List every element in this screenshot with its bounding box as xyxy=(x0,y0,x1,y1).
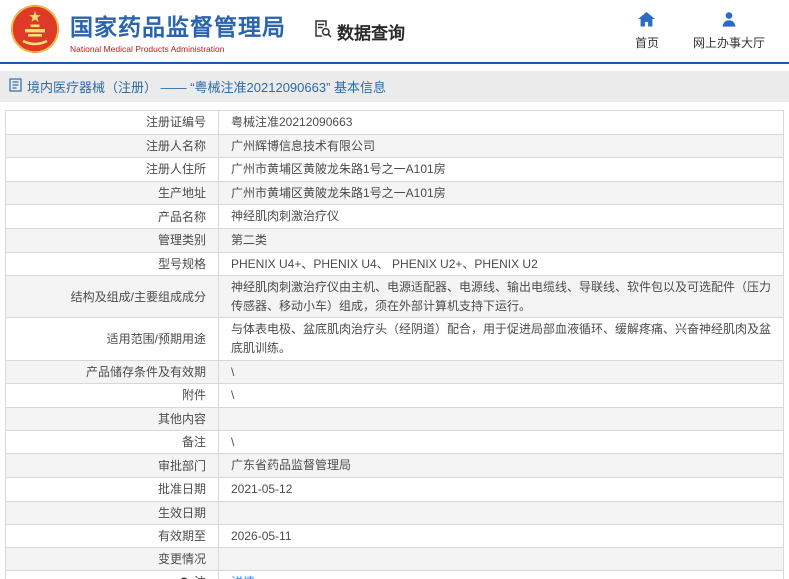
table-row: 注 详情 xyxy=(6,571,783,579)
row-label: 产品名称 xyxy=(6,205,219,228)
data-query-nav[interactable]: 数据查询 xyxy=(312,18,405,44)
table-row: 产品名称 神经肌肉刺激治疗仪 xyxy=(6,205,783,229)
row-label: 其他内容 xyxy=(6,407,219,430)
nav-home[interactable]: 首页 xyxy=(634,11,659,51)
table-row: 批准日期 2021-05-12 xyxy=(6,477,783,502)
row-label: 注 xyxy=(6,571,219,579)
row-value: \ xyxy=(231,434,235,449)
row-label-text: 附件 xyxy=(181,388,206,403)
nav-online-hall[interactable]: 网上办事大厅 xyxy=(692,11,765,51)
row-label: 注册人住所 xyxy=(6,158,219,181)
table-row: 注册人住所 广州市黄埔区黄陂龙朱路1号之一A101房 xyxy=(6,158,783,182)
row-label-text: 审批部门 xyxy=(157,458,206,473)
row-label-text: 适用范围/预期用途 xyxy=(106,331,206,346)
page-title-bar: 境内医疗器械（注册） —— “粤械注准20212090663” 基本信息 xyxy=(0,71,789,102)
row-value xyxy=(219,548,783,570)
row-value: 2026-05-11 xyxy=(231,528,292,543)
table-row: 审批部门 广东省药品监督管理局 xyxy=(6,454,783,478)
row-label-text: 注册人住所 xyxy=(145,162,206,177)
row-label-text: 型号规格 xyxy=(157,256,206,271)
row-label-text: 管理类别 xyxy=(157,233,206,248)
table-row: 备注 \ xyxy=(6,430,783,455)
table-row: 管理类别 第二类 xyxy=(6,228,783,253)
header-nav: 首页 网上办事大厅 xyxy=(634,11,765,51)
row-value: 神经肌肉刺激治疗仪由主机、电源适配器、电源线、输出电缆线、导联线、软件包以及可选… xyxy=(231,280,772,313)
row-value: 广州市黄埔区黄陂龙朱路1号之一A101房 xyxy=(231,185,446,200)
row-label-text: 产品储存条件及有效期 xyxy=(85,364,206,379)
table-row: 附件 \ xyxy=(6,384,783,408)
page-title: 境内医疗器械（注册） —— “粤械注准20212090663” 基本信息 xyxy=(27,80,387,95)
row-label-text: 备注 xyxy=(181,435,206,450)
row-value: PHENIX U4+、PHENIX U4、 PHENIX U2+、PHENIX … xyxy=(231,256,538,271)
table-row: 生效日期 xyxy=(6,501,783,525)
row-label-text: 批准日期 xyxy=(157,482,206,497)
person-icon xyxy=(721,11,737,34)
row-label: 产品储存条件及有效期 xyxy=(6,360,219,384)
row-label: 型号规格 xyxy=(6,252,219,276)
row-label: 生产地址 xyxy=(6,181,219,205)
row-label: 批准日期 xyxy=(6,477,219,501)
row-label-text: 注册证编号 xyxy=(145,115,206,130)
row-label: 备注 xyxy=(6,430,219,454)
row-value: 粤械注准20212090663 xyxy=(231,115,353,129)
row-value: 与体表电极、盆底肌肉治疗头（经阴道）配合，用于促进局部血液循环、缓解疼痛、兴奋神… xyxy=(231,322,772,355)
row-label-text: 其他内容 xyxy=(157,411,206,426)
detail-link[interactable]: 详情 xyxy=(231,573,255,579)
table-row: 变更情况 xyxy=(6,548,783,572)
info-table: 注册证编号 粤械注准20212090663 注册人名称 广州辉博信息技术有限公司 xyxy=(5,110,784,579)
table-row: 有效期至 2026-05-11 xyxy=(6,524,783,549)
row-value: \ xyxy=(231,388,235,403)
table-row: 结构及组成/主要组成成分 神经肌肉刺激治疗仪由主机、电源适配器、电源线、输出电缆… xyxy=(6,276,783,319)
row-value: 神经肌肉刺激治疗仪 xyxy=(231,209,340,224)
row-value xyxy=(219,502,783,524)
site-header: 国家药品监督管理局 National Medical Products Admi… xyxy=(0,0,789,64)
table-row: 产品储存条件及有效期 \ xyxy=(6,360,783,385)
row-label-text: 注 xyxy=(194,573,206,579)
row-label: 审批部门 xyxy=(6,454,219,477)
row-label: 附件 xyxy=(6,384,219,407)
nmpa-brand[interactable]: 国家药品监督管理局 National Medical Products Admi… xyxy=(10,4,286,59)
table-row: 生产地址 广州市黄埔区黄陂龙朱路1号之一A101房 xyxy=(6,181,783,206)
nav-online-hall-label: 网上办事大厅 xyxy=(692,35,765,50)
table-row: 型号规格 PHENIX U4+、PHENIX U4、 PHENIX U2+、PH… xyxy=(6,252,783,277)
table-row: 适用范围/预期用途 与体表电极、盆底肌肉治疗头（经阴道）配合，用于促进局部血液循… xyxy=(6,318,783,361)
home-icon xyxy=(638,11,656,34)
row-label-text: 有效期至 xyxy=(157,528,206,543)
row-label: 生效日期 xyxy=(6,501,219,524)
row-value xyxy=(219,408,783,430)
document-icon xyxy=(9,78,27,95)
row-label-text: 变更情况 xyxy=(157,552,206,567)
row-label: 有效期至 xyxy=(6,524,219,548)
row-label: 管理类别 xyxy=(6,228,219,252)
nav-home-label: 首页 xyxy=(634,35,659,50)
data-query-label: 数据查询 xyxy=(337,23,405,43)
row-value: 第二类 xyxy=(231,232,268,247)
row-label-text: 产品名称 xyxy=(157,209,206,224)
row-value: 广东省药品监督管理局 xyxy=(231,458,352,473)
row-label-text: 结构及组成/主要组成成分 xyxy=(70,289,206,304)
row-value: 广州辉博信息技术有限公司 xyxy=(231,138,376,153)
national-emblem-icon xyxy=(10,4,60,59)
row-label-text: 注册人名称 xyxy=(145,138,206,153)
row-label: 注册人名称 xyxy=(6,134,219,158)
row-label-text: 生效日期 xyxy=(157,505,206,520)
row-label: 适用范围/预期用途 xyxy=(6,318,219,360)
table-row: 注册证编号 粤械注准20212090663 xyxy=(6,111,783,135)
row-value: \ xyxy=(231,364,235,379)
row-label: 变更情况 xyxy=(6,548,219,571)
row-label: 结构及组成/主要组成成分 xyxy=(6,276,219,318)
site-subtitle: National Medical Products Administration xyxy=(70,44,225,54)
row-label: 注册证编号 xyxy=(6,111,219,134)
row-value: 详情 xyxy=(219,571,783,579)
row-value: 广州市黄埔区黄陂龙朱路1号之一A101房 xyxy=(231,162,446,177)
row-label-text: 生产地址 xyxy=(157,186,206,201)
document-search-icon xyxy=(312,18,337,44)
table-row: 注册人名称 广州辉博信息技术有限公司 xyxy=(6,134,783,159)
row-value: 2021-05-12 xyxy=(231,481,293,496)
table-row: 其他内容 xyxy=(6,407,783,431)
site-title: 国家药品监督管理局 xyxy=(70,14,286,40)
